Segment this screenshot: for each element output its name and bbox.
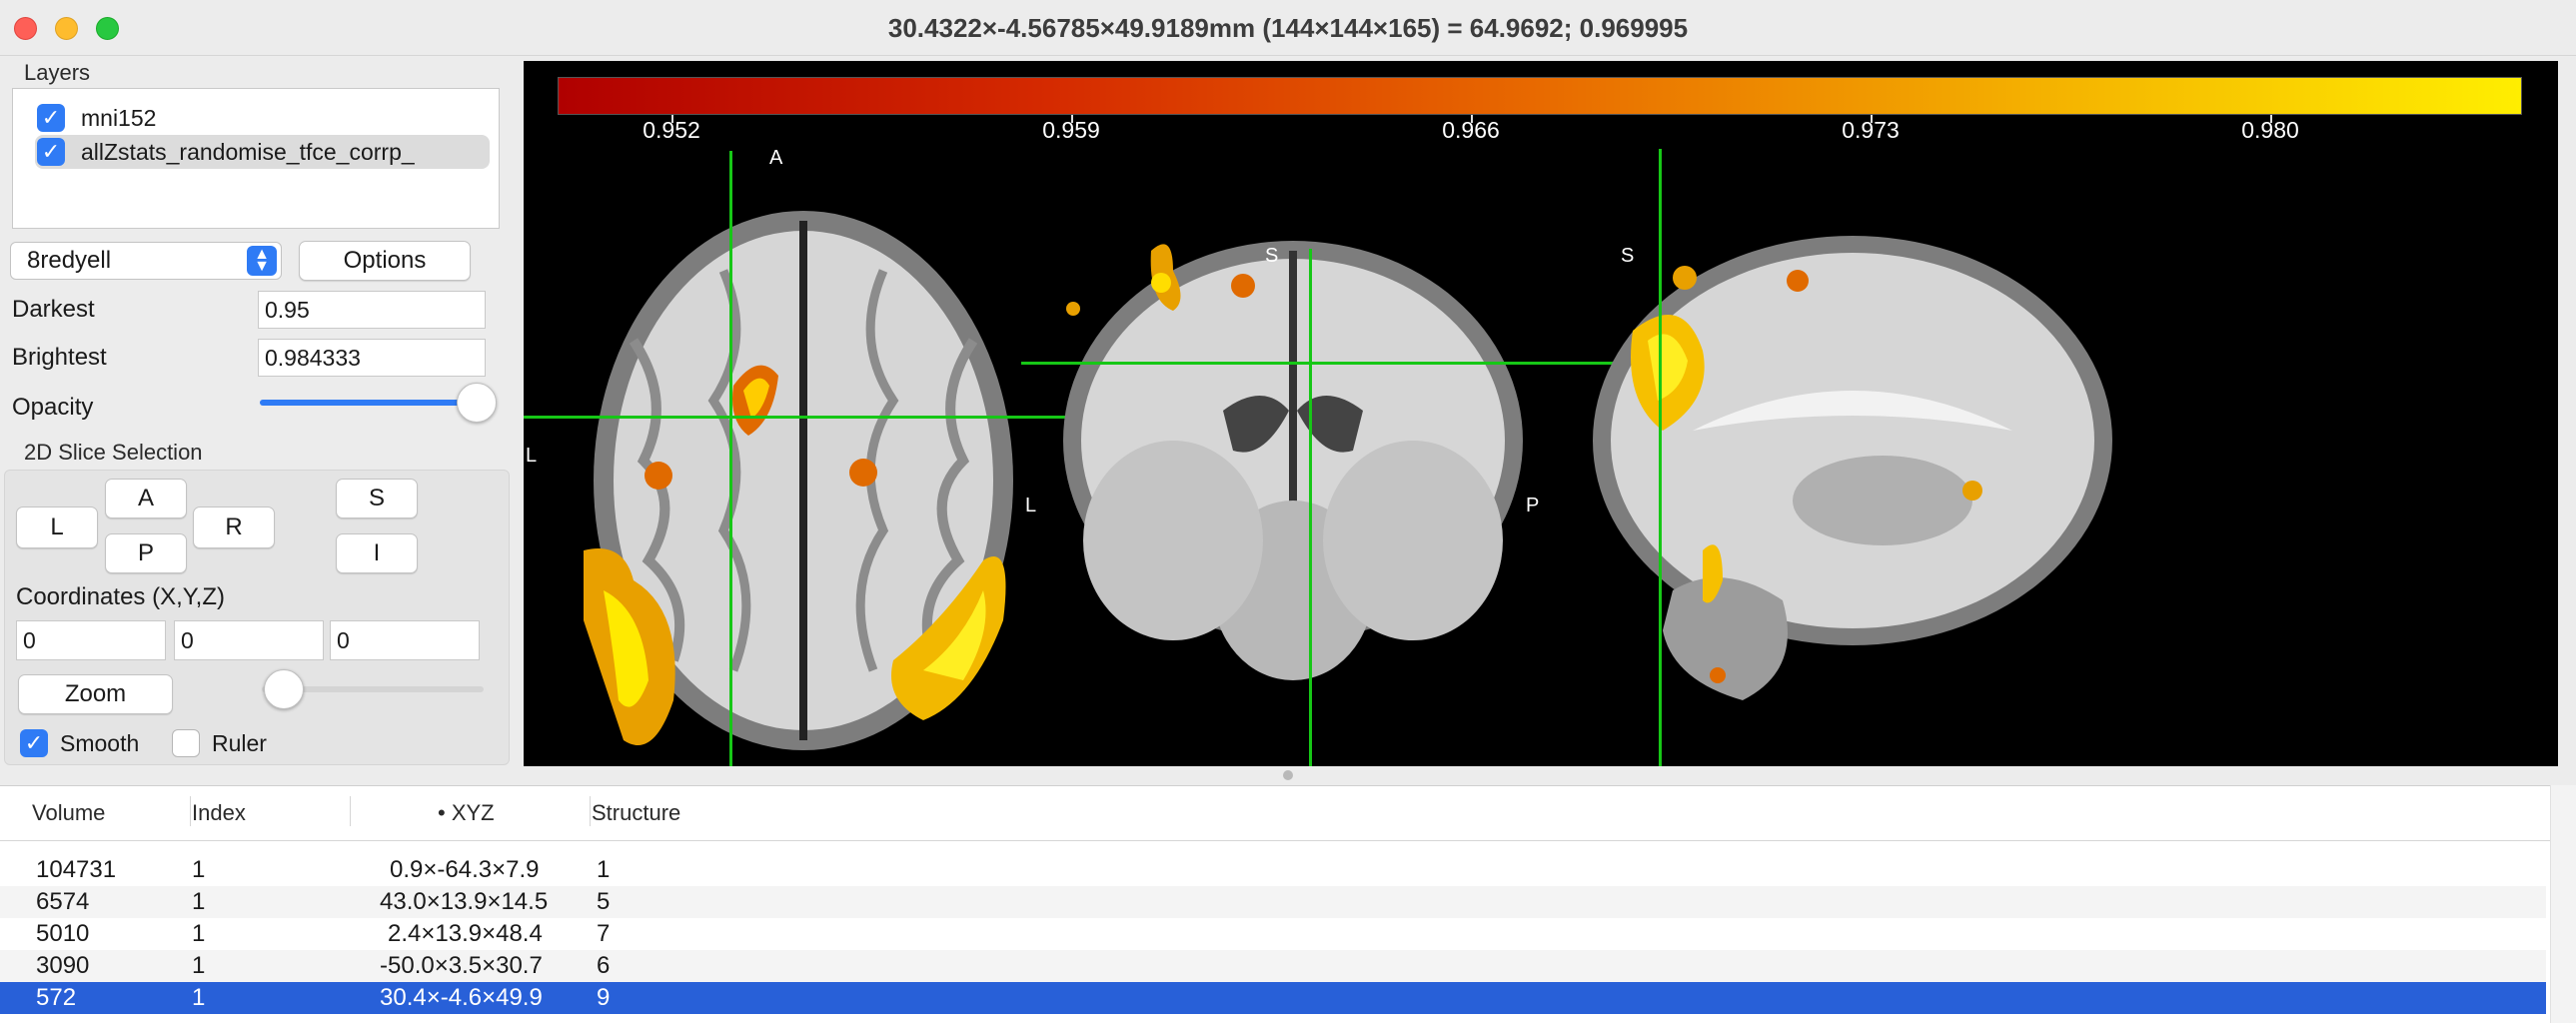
column-separator <box>350 796 351 826</box>
colorbar <box>558 77 2522 115</box>
brightest-label: Brightest <box>12 344 107 371</box>
cell-structure: 6 <box>597 952 611 979</box>
cell-volume: 5010 <box>36 920 90 947</box>
axial-anterior-label: A <box>769 147 783 169</box>
opacity-slider[interactable] <box>260 400 486 406</box>
coronal-superior-label: S <box>1265 245 1279 267</box>
cell-structure: 9 <box>597 984 611 1011</box>
app-window: 30.4322×-4.56785×49.9189mm (144×144×165)… <box>0 0 2576 1023</box>
sagittal-posterior-label: P <box>1526 495 1540 516</box>
ruler-label: Ruler <box>212 729 267 756</box>
layer-visibility-checkbox[interactable]: ✓ <box>37 138 65 166</box>
sagittal-superior-label: S <box>1621 245 1635 267</box>
updown-chevron-icon: ▲ ▼ <box>247 246 277 276</box>
colorbar-tick-label: 0.973 <box>1842 117 1900 143</box>
column-header-index[interactable]: Index <box>192 800 246 826</box>
view-left-button[interactable]: L <box>16 507 98 548</box>
smooth-label: Smooth <box>60 729 140 756</box>
smooth-check-icon: ✓ <box>20 729 48 757</box>
colorbar-tick-label: 0.980 <box>2241 117 2299 143</box>
layer-name: mni152 <box>81 104 157 131</box>
cell-index: 1 <box>192 856 206 883</box>
ruler-check-icon <box>172 729 200 757</box>
cell-structure: 7 <box>597 920 611 947</box>
results-table[interactable]: Volume Index • XYZ Structure 104731 1 0.… <box>0 785 2550 1023</box>
cell-index: 1 <box>192 952 206 979</box>
coord-x-field[interactable]: 0 <box>16 620 166 660</box>
coronal-crosshair-vertical <box>1309 249 1312 766</box>
splitter-handle[interactable] <box>1283 770 1293 780</box>
colorbar-tick-label: 0.959 <box>1042 117 1100 143</box>
sagittal-crosshair-vertical <box>1659 149 1662 766</box>
cell-xyz: 43.0×13.9×14.5 <box>380 888 549 915</box>
options-button[interactable]: Options <box>299 241 471 281</box>
cell-volume: 104731 <box>36 856 117 883</box>
view-posterior-button[interactable]: P <box>105 533 187 573</box>
cell-xyz: 30.4×-4.6×49.9 <box>380 984 543 1011</box>
cell-xyz: 2.4×13.9×48.4 <box>388 920 543 947</box>
coronal-left-label: L <box>1025 495 1037 516</box>
cell-structure: 1 <box>597 856 611 883</box>
zoom-slider-knob[interactable] <box>264 669 304 709</box>
coord-y-field[interactable]: 0 <box>174 620 324 660</box>
colorbar-tick-label: 0.952 <box>643 117 700 143</box>
table-row[interactable]: 5010 1 2.4×13.9×48.4 7 <box>0 918 2546 950</box>
cell-structure: 5 <box>597 888 611 915</box>
colormap-select[interactable]: 8redyell ▲ ▼ <box>10 242 282 280</box>
header-divider <box>0 840 2550 841</box>
zoom-button[interactable]: Zoom <box>18 674 173 714</box>
colormap-value: 8redyell <box>27 247 112 274</box>
coordinates-label: Coordinates (X,Y,Z) <box>16 583 225 610</box>
column-header-volume[interactable]: Volume <box>32 800 105 826</box>
coronal-slice[interactable] <box>1033 211 1533 766</box>
cell-volume: 572 <box>36 984 77 1011</box>
cell-index: 1 <box>192 920 206 947</box>
smooth-checkbox[interactable]: ✓ Smooth <box>20 729 139 757</box>
coord-z-field[interactable]: 0 <box>330 620 480 660</box>
cell-xyz: -50.0×3.5×30.7 <box>380 952 543 979</box>
column-header-xyz[interactable]: • XYZ <box>438 800 495 826</box>
title-bar: 30.4322×-4.56785×49.9189mm (144×144×165)… <box>0 0 2576 56</box>
view-superior-button[interactable]: S <box>336 479 418 518</box>
layer-item-mni152[interactable]: ✓ mni152 <box>37 101 492 135</box>
brightest-field[interactable]: 0.984333 <box>258 339 486 377</box>
view-right-button[interactable]: R <box>193 507 275 548</box>
opacity-slider-fill <box>260 400 482 406</box>
layer-name: allZstats_randomise_tfce_corrp_ <box>81 138 415 165</box>
cell-volume: 3090 <box>36 952 90 979</box>
colorbar-tick-label: 0.966 <box>1442 117 1500 143</box>
table-row[interactable]: 3090 1 -50.0×3.5×30.7 6 <box>0 950 2546 982</box>
sagittal-slice[interactable] <box>1553 201 2132 766</box>
opacity-slider-knob[interactable] <box>457 383 498 423</box>
view-anterior-button[interactable]: A <box>105 479 187 518</box>
slice-selection-label: 2D Slice Selection <box>24 440 203 465</box>
table-scrollbar[interactable] <box>2550 785 2576 1023</box>
layer-visibility-checkbox[interactable]: ✓ <box>37 104 65 132</box>
ruler-checkbox[interactable]: Ruler <box>172 729 267 757</box>
darkest-field[interactable]: 0.95 <box>258 291 486 329</box>
left-panel: Layers ✓ mni152 ✓ allZstats_randomise_tf… <box>0 56 514 767</box>
axial-crosshair-vertical <box>729 151 732 766</box>
table-row-selected[interactable]: 572 1 30.4×-4.6×49.9 9 <box>0 982 2546 1014</box>
layers-list[interactable]: ✓ mni152 ✓ allZstats_randomise_tfce_corr… <box>12 88 500 229</box>
table-row[interactable]: 6574 1 43.0×13.9×14.5 5 <box>0 886 2546 918</box>
opacity-label: Opacity <box>12 394 94 421</box>
column-separator <box>590 796 591 826</box>
column-separator <box>190 796 191 826</box>
cell-xyz: 0.9×-64.3×7.9 <box>390 856 540 883</box>
view-inferior-button[interactable]: I <box>336 533 418 573</box>
layers-group-label: Layers <box>24 60 91 85</box>
darkest-label: Darkest <box>12 296 95 323</box>
cell-volume: 6574 <box>36 888 90 915</box>
image-viewer[interactable]: 0.952 0.959 0.966 0.973 0.980 A L S L S … <box>524 61 2558 766</box>
layer-item-allzstats[interactable]: ✓ allZstats_randomise_tfce_corrp_ <box>35 135 490 169</box>
window-title: 30.4322×-4.56785×49.9189mm (144×144×165)… <box>887 13 1689 43</box>
axial-left-label: L <box>526 445 538 467</box>
cell-index: 1 <box>192 888 206 915</box>
cell-index: 1 <box>192 984 206 1011</box>
column-header-structure[interactable]: Structure <box>592 800 680 826</box>
table-row[interactable]: 104731 1 0.9×-64.3×7.9 1 <box>0 854 2546 886</box>
